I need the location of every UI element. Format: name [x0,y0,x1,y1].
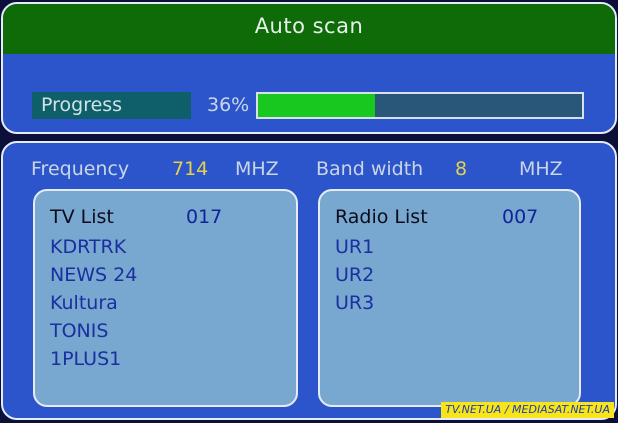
bandwidth-label: Band width [316,158,424,180]
tv-channel-item[interactable]: TONIS [50,317,137,345]
tv-channel-item[interactable]: 1PLUS1 [50,345,137,373]
tv-channel-item[interactable]: NEWS 24 [50,261,137,289]
progress-bar [256,92,584,119]
radio-list-title: Radio List [335,206,428,228]
screen-title: Auto scan [3,4,615,54]
progress-percent: 36% [207,94,250,116]
frequency-label: Frequency [31,158,130,180]
progress-label: Progress [32,92,191,119]
tv-list-box[interactable]: TV List 017 KDRTRK NEWS 24 Kultura TONIS… [33,189,298,407]
progress-bar-fill [258,94,375,117]
frequency-unit: MHZ [235,158,279,180]
tv-list-title: TV List [50,206,114,228]
radio-channel-list: UR1 UR2 UR3 [335,233,374,317]
frequency-value: 714 [172,158,209,180]
watermark: TV.NET.UA / MEDIASAT.NET.UA [441,402,614,418]
bandwidth-unit: MHZ [519,158,563,180]
tv-channel-item[interactable]: KDRTRK [50,233,137,261]
radio-channel-item[interactable]: UR2 [335,261,374,289]
scan-results-panel: Frequency 714 MHZ Band width 8 MHZ TV Li… [1,141,617,420]
radio-list-count: 007 [502,206,539,228]
radio-channel-item[interactable]: UR1 [335,233,374,261]
scan-status-panel: Auto scan Progress 36% [1,2,617,134]
radio-list-box[interactable]: Radio List 007 UR1 UR2 UR3 [318,189,581,407]
tv-channel-item[interactable]: Kultura [50,289,137,317]
radio-channel-item[interactable]: UR3 [335,289,374,317]
tv-list-count: 017 [186,206,223,228]
tv-channel-list: KDRTRK NEWS 24 Kultura TONIS 1PLUS1 [50,233,137,373]
bandwidth-value: 8 [455,158,468,180]
